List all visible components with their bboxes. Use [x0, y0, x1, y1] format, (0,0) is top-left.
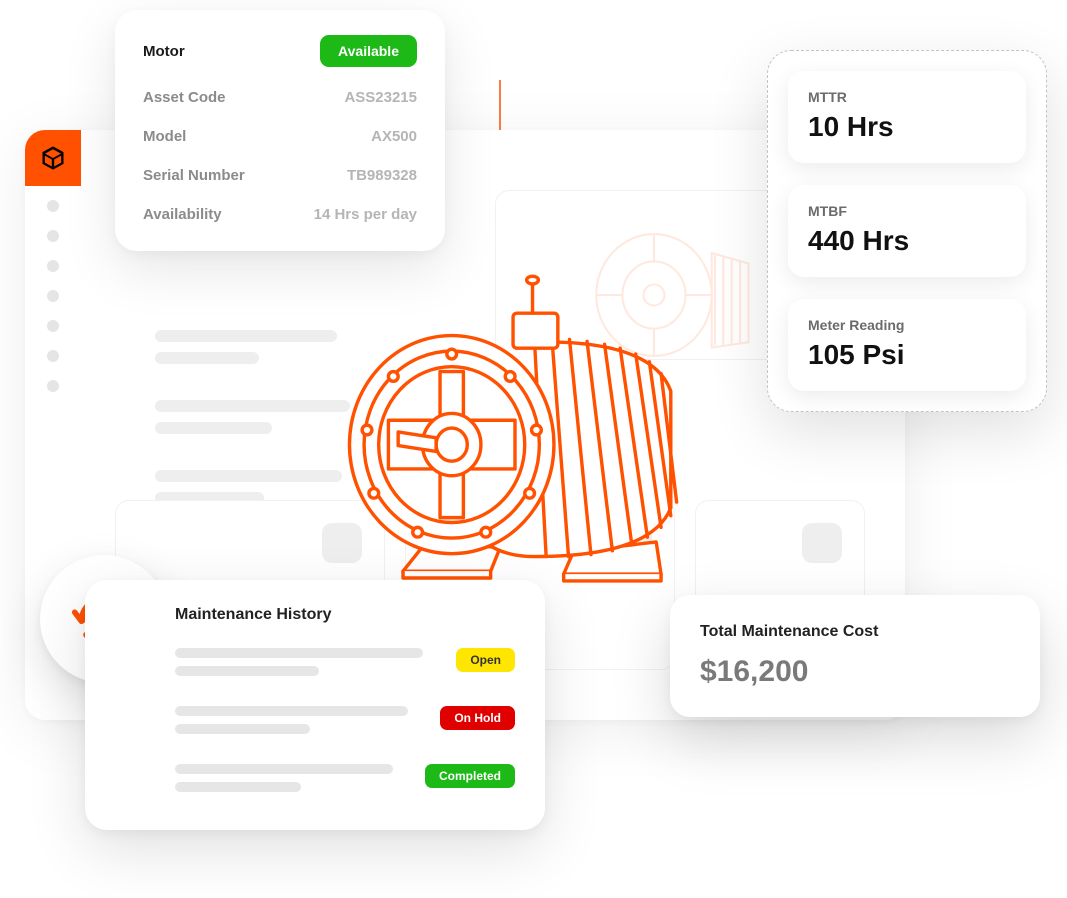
asset-field-label: Asset Code [143, 89, 226, 106]
metric-card-mttr: MTTR 10 Hrs [788, 71, 1026, 163]
asset-field-label: Availability [143, 206, 222, 223]
asset-details-card: Motor Available Asset Code ASS23215 Mode… [115, 10, 445, 251]
cost-value: $16,200 [700, 655, 1010, 689]
history-line-skeleton [175, 706, 420, 742]
asset-field-label: Serial Number [143, 167, 245, 184]
asset-title: Motor [143, 43, 185, 60]
history-line-skeleton [175, 764, 405, 800]
metrics-panel: MTTR 10 Hrs MTBF 440 Hrs Meter Reading 1… [767, 50, 1047, 412]
metric-label: Meter Reading [808, 317, 1006, 333]
app-logo-icon [25, 130, 81, 186]
history-item: On Hold [175, 706, 515, 742]
history-line-skeleton [175, 648, 436, 684]
availability-badge: Available [320, 35, 417, 67]
history-title: Maintenance History [175, 606, 515, 624]
sidebar-nav-placeholder [47, 200, 59, 410]
metric-label: MTBF [808, 203, 1006, 219]
asset-field-label: Model [143, 128, 186, 145]
maintenance-history-card: Maintenance History Open On Hold Complet… [85, 580, 545, 830]
status-badge-onhold: On Hold [440, 706, 515, 730]
metric-value: 440 Hrs [808, 225, 1006, 257]
metric-value: 10 Hrs [808, 111, 1006, 143]
status-badge-open: Open [456, 648, 515, 672]
asset-field-value: TB989328 [347, 167, 417, 184]
total-cost-card: Total Maintenance Cost $16,200 [670, 595, 1040, 717]
asset-field-value: 14 Hrs per day [314, 206, 417, 223]
history-item: Completed [175, 764, 515, 800]
metric-card-mtbf: MTBF 440 Hrs [788, 185, 1026, 277]
cost-label: Total Maintenance Cost [700, 623, 1010, 641]
metric-value: 105 Psi [808, 339, 1006, 371]
history-item: Open [175, 648, 515, 684]
asset-field-value: AX500 [371, 128, 417, 145]
metric-card-meter-reading: Meter Reading 105 Psi [788, 299, 1026, 391]
metric-label: MTTR [808, 89, 1006, 105]
status-badge-completed: Completed [425, 764, 515, 788]
asset-field-value: ASS23215 [344, 89, 417, 106]
